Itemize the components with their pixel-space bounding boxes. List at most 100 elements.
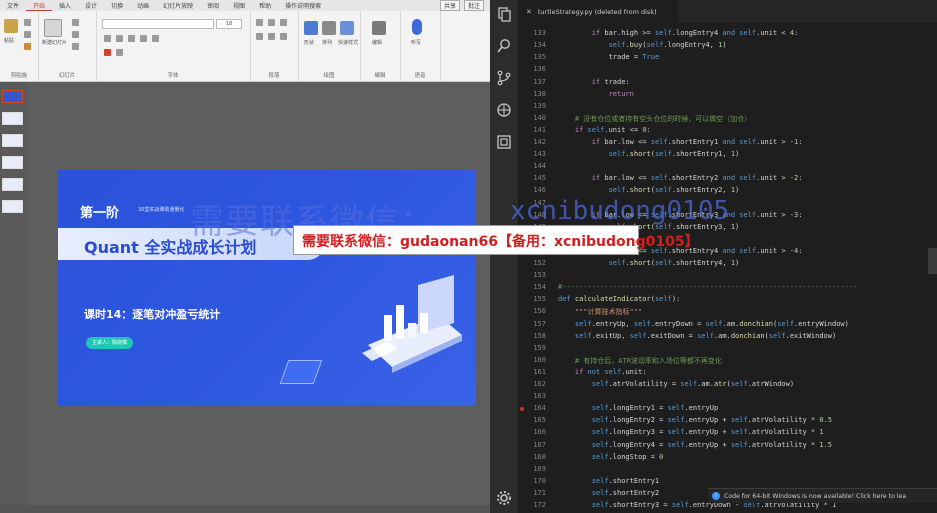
slide-thumbnail[interactable]	[2, 178, 23, 191]
code-line[interactable]: return	[558, 90, 634, 98]
code-line[interactable]: self.longEntry1 = self.entryUp	[558, 404, 718, 412]
align-left-icon[interactable]	[256, 33, 263, 40]
microphone-icon[interactable]	[412, 19, 422, 35]
find-icon[interactable]	[372, 21, 386, 35]
ribbon-tab-bar: 文件 开始 插入 设计 切换 动画 幻灯片放映 审阅 视图 帮助 操作说明搜索 …	[0, 0, 490, 11]
reset-icon[interactable]	[72, 31, 79, 38]
slide-thumbnail[interactable]	[2, 134, 23, 147]
strikethrough-icon[interactable]	[140, 35, 147, 42]
arrange-label: 排列	[322, 40, 333, 46]
quick-styles-label: 快速样式	[338, 40, 359, 46]
indent-icon[interactable]	[280, 19, 287, 26]
tell-me-search[interactable]: 操作说明搜索	[278, 1, 328, 10]
code-line[interactable]: self.short(self.shortEntry4, 1)	[558, 259, 740, 267]
explorer-icon[interactable]	[496, 6, 512, 22]
slide-thumbnail[interactable]	[2, 90, 23, 103]
editing-label: 编辑	[372, 40, 383, 46]
italic-icon[interactable]	[116, 35, 123, 42]
tab-insert[interactable]: 插入	[52, 1, 78, 10]
group-label: 段落	[268, 73, 280, 79]
code-line[interactable]: self.atrVolatility = self.am.atr(self.at…	[558, 380, 794, 388]
cut-icon[interactable]	[24, 19, 31, 26]
paste-icon[interactable]	[4, 19, 18, 33]
quick-styles-icon[interactable]	[340, 21, 354, 35]
source-control-icon[interactable]	[496, 70, 512, 86]
bold-icon[interactable]	[104, 35, 111, 42]
panel-toggle-handle[interactable]	[928, 248, 937, 274]
comments-button[interactable]: 批注	[463, 0, 484, 11]
debug-icon[interactable]	[496, 102, 512, 118]
code-line[interactable]: if bar.low <= self.shortEntry2 and self.…	[558, 174, 803, 182]
change-case-icon[interactable]	[116, 49, 123, 56]
extensions-icon[interactable]	[496, 134, 512, 150]
shapes-label: 形状	[304, 40, 315, 46]
align-center-icon[interactable]	[268, 33, 275, 40]
slide-thumbnail[interactable]	[2, 200, 23, 213]
numbering-icon[interactable]	[268, 19, 275, 26]
tab-review[interactable]: 审阅	[200, 1, 226, 10]
code-line[interactable]: #---------------------------------------…	[558, 283, 857, 291]
code-line[interactable]: if bar.low <= self.shortEntry1 and self.…	[558, 138, 803, 146]
code-line[interactable]: self.longEntry3 = self.entryUp + self.at…	[558, 428, 824, 436]
code-line[interactable]: self.short(self.shortEntry1, 1)	[558, 150, 740, 158]
arrange-icon[interactable]	[322, 21, 336, 35]
format-painter-icon[interactable]	[24, 43, 31, 50]
code-line[interactable]: # 有持仓后，ATR波动率和入场位等都不再变化	[558, 356, 722, 366]
code-line[interactable]: self.short(self.shortEntry2, 1)	[558, 186, 740, 194]
font-name-box[interactable]	[102, 19, 214, 29]
code-line[interactable]: # 没有仓位或者持有空头仓位的时候，可以做空（加仓）	[558, 114, 751, 124]
tab-help[interactable]: 帮助	[252, 1, 278, 10]
tab-file[interactable]: 文件	[0, 1, 26, 10]
code-line[interactable]: self.longEntry2 = self.entryUp + self.at…	[558, 416, 832, 424]
close-icon[interactable]: ✕	[526, 8, 532, 16]
tab-slideshow[interactable]: 幻灯片放映	[156, 1, 200, 10]
line-number: 162	[533, 380, 546, 388]
slide-thumbnail[interactable]	[2, 112, 23, 125]
bullets-icon[interactable]	[256, 19, 263, 26]
tab-transitions[interactable]: 切换	[104, 1, 130, 10]
copy-icon[interactable]	[24, 31, 31, 38]
code-line[interactable]: self.buy(self.longEntry4, 1)	[558, 41, 727, 49]
notification-toast[interactable]: i Code for 64-bit Windows is now availab…	[708, 488, 937, 503]
code-line[interactable]: trade = True	[558, 53, 660, 61]
line-number: 156	[533, 307, 546, 316]
line-number: 171	[533, 488, 546, 497]
shapes-icon[interactable]	[304, 21, 318, 35]
tab-animations[interactable]: 动画	[130, 1, 156, 10]
tab-home[interactable]: 开始	[26, 1, 53, 11]
section-icon[interactable]	[72, 43, 79, 50]
code-line[interactable]: self.longEntry4 = self.entryUp + self.at…	[558, 441, 832, 449]
code-editor[interactable]: 132 133 if bar.high >= self.longEntry4 an…	[518, 23, 937, 513]
code-line[interactable]: if trade:	[558, 78, 630, 86]
code-line[interactable]: self.shortEntry1	[558, 477, 659, 485]
group-label: 字体	[167, 73, 179, 79]
align-right-icon[interactable]	[280, 33, 287, 40]
layout-icon[interactable]	[72, 19, 79, 26]
watermark-text: xcnibudong0105	[510, 196, 730, 226]
code-line[interactable]: if not self.unit:	[558, 368, 647, 376]
group-clipboard: 粘贴 剪贴板	[0, 11, 39, 81]
font-size-box[interactable]: 18	[216, 19, 242, 29]
code-line[interactable]: self.exitUp, self.exitDown = self.am.don…	[558, 332, 836, 340]
line-number: 152	[533, 259, 546, 267]
code-line[interactable]: """计算技术指标"""	[558, 307, 642, 317]
tab-design[interactable]: 设计	[78, 1, 104, 10]
code-line[interactable]: self.longStop = 0	[558, 453, 664, 461]
code-line[interactable]: self.shortEntry2	[558, 489, 659, 497]
code-line[interactable]: if bar.high >= self.longEntry4 and self.…	[558, 29, 799, 37]
code-line[interactable]: if self.unit <= 0:	[558, 126, 651, 134]
share-button[interactable]: 共享	[439, 0, 460, 11]
line-number: 138	[533, 89, 546, 98]
spacing-icon[interactable]	[152, 35, 159, 42]
search-icon[interactable]	[496, 38, 512, 54]
slide-thumbnail[interactable]	[2, 156, 23, 169]
gear-icon[interactable]	[496, 490, 512, 506]
font-color-icon[interactable]	[104, 49, 111, 56]
code-line[interactable]: self.entryUp, self.entryDown = self.am.d…	[558, 320, 849, 328]
new-slide-icon[interactable]	[44, 19, 62, 37]
tab-view[interactable]: 视图	[226, 1, 252, 10]
underline-icon[interactable]	[128, 35, 135, 42]
group-drawing: 形状 排列 快速样式 绘图	[298, 11, 361, 81]
editor-tab[interactable]: ✕ turtleStrategy.py (deleted from disk)	[518, 0, 678, 23]
code-line[interactable]: def calculateIndicator(self):	[558, 295, 680, 303]
